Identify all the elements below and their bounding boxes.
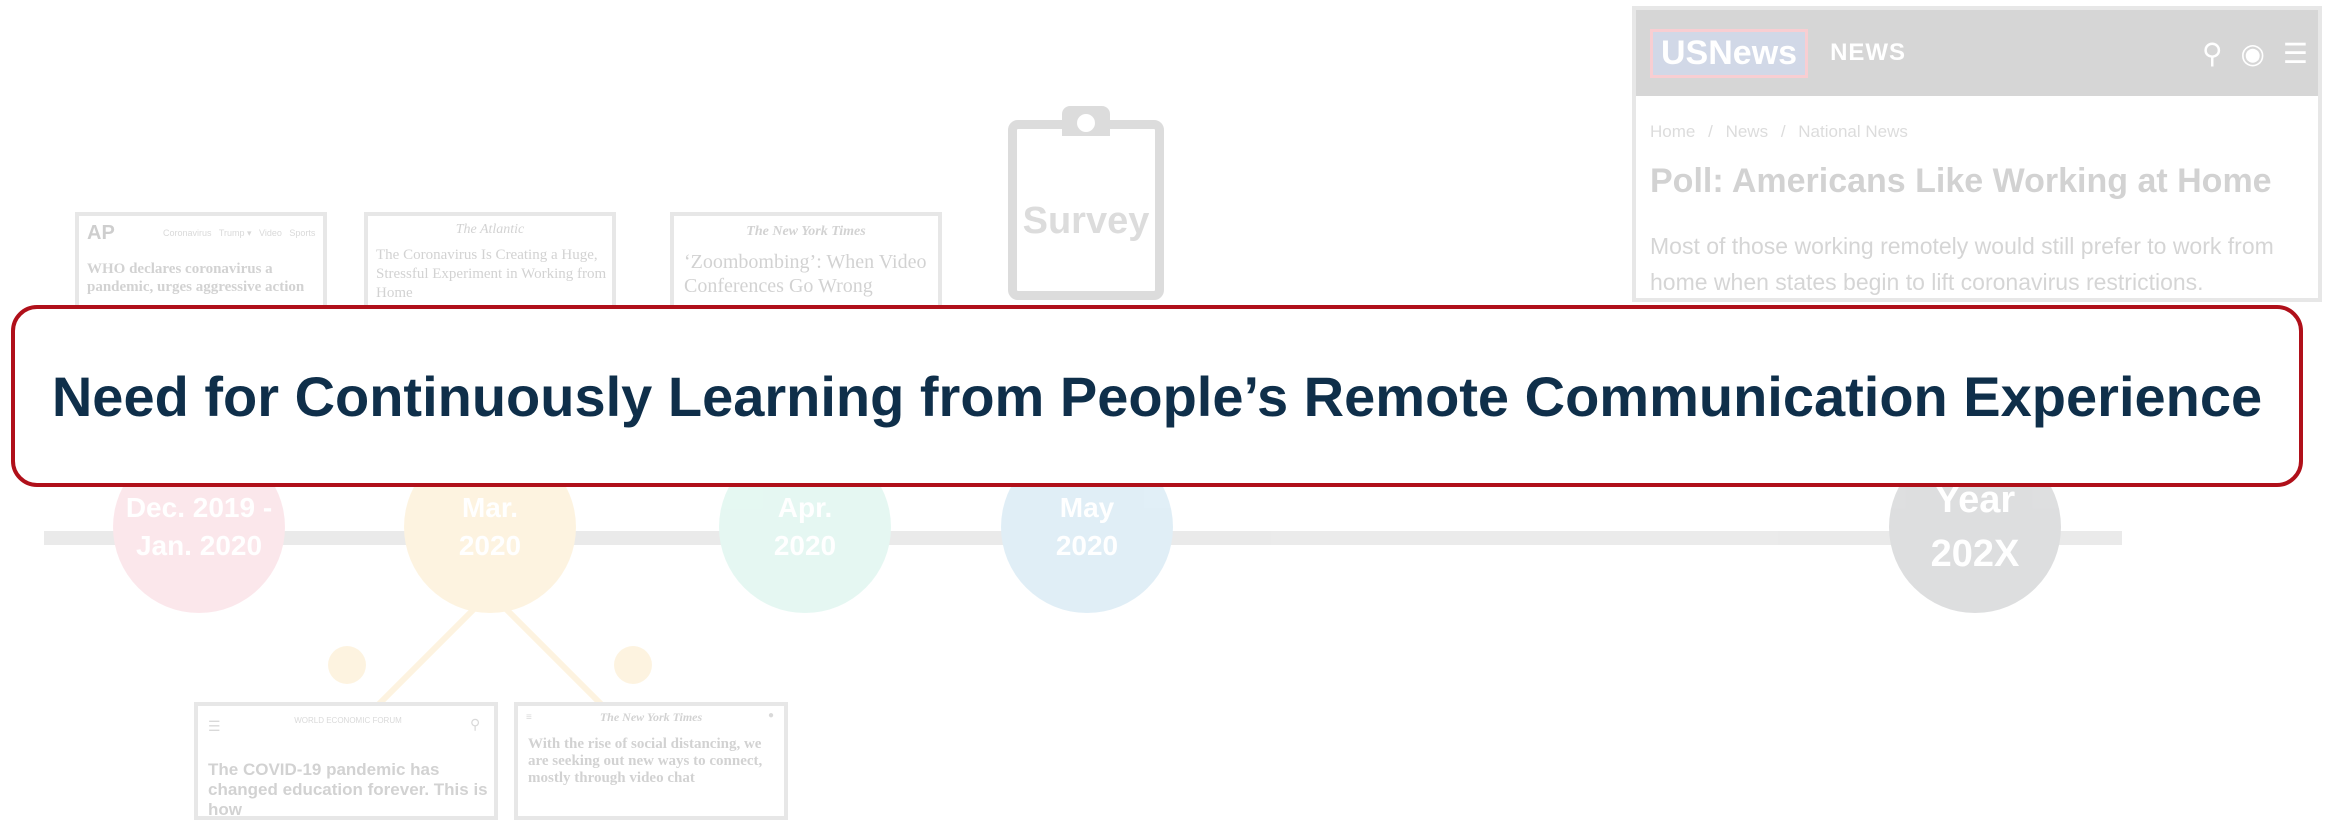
usnews-breadcrumb: Home / News / National News: [1650, 122, 1908, 142]
news-card-nyt-video-chat: ≡ The New York Times ● With the rise of …: [514, 702, 788, 820]
breadcrumb-home: Home: [1650, 122, 1696, 141]
atlantic-headline: The Coronavirus Is Creating a Huge, Stre…: [376, 247, 607, 301]
ap-logo: AP: [87, 222, 115, 244]
breadcrumb-news: News: [1725, 122, 1769, 141]
usnews-headline: Poll: Americans Like Working at Home: [1650, 162, 2272, 200]
breadcrumb-sep: /: [1780, 122, 1786, 141]
connector-dot-left: [328, 646, 366, 684]
nyt-masthead: The New York Times: [746, 224, 866, 239]
breadcrumb-national: National News: [1798, 122, 1908, 141]
news-card-ap: AP Coronavirus Trump ▾ Video Sports WHO …: [75, 212, 327, 312]
usnews-header-icons: ⚲ ◉ ☰: [2202, 37, 2308, 70]
search-icon: ⚲: [470, 716, 481, 732]
clipboard-hole: [1077, 114, 1095, 132]
node-line2: 202X: [1930, 533, 2020, 575]
usnews-header: USNews NEWS ⚲ ◉ ☰: [1636, 10, 2318, 96]
connector-dot-right: [614, 646, 652, 684]
node-line1: May: [1059, 492, 1115, 523]
menu-icon: ☰: [2282, 37, 2308, 69]
node-line1: Dec. 2019 -: [125, 492, 273, 523]
node-line2: 2020: [1055, 530, 1119, 561]
usnews-logo: USNews: [1650, 28, 1809, 78]
banner-text: Need for Continuously Learning from Peop…: [51, 364, 2263, 428]
node-line2: Jan. 2020: [135, 530, 263, 561]
node-line2: 2020: [458, 530, 522, 561]
survey-label: Survey: [1022, 200, 1150, 242]
headline-banner: Need for Continuously Learning from Peop…: [11, 305, 2303, 487]
usnews-subhead: Most of those working remotely would sti…: [1650, 233, 2274, 295]
node-line2: 2020: [773, 530, 837, 561]
atlantic-masthead: The Atlantic: [455, 222, 525, 237]
node-line1: Mar.: [461, 492, 519, 523]
menu-icon: ☰: [208, 718, 221, 734]
news-card-wef: ☰ WORLD ECONOMIC FORUM ⚲ The COVID-19 pa…: [194, 702, 498, 820]
ap-nav: Coronavirus Trump ▾ Video Sports: [163, 228, 316, 238]
news-card-atlantic: The Atlantic The Coronavirus Is Creating…: [364, 212, 616, 312]
node-line1: Apr.: [777, 492, 833, 523]
breadcrumb-sep: /: [1708, 122, 1713, 141]
nyt-masthead: The New York Times: [599, 710, 703, 724]
account-icon: ●: [768, 710, 775, 721]
wef-masthead: WORLD ECONOMIC FORUM: [294, 716, 402, 725]
nyt-headline: With the rise of social distancing, we a…: [528, 736, 763, 786]
ap-headline: WHO declares coronavirus a pandemic, urg…: [87, 261, 305, 295]
account-icon: ◉: [2240, 37, 2265, 69]
news-card-usnews: USNews NEWS ⚲ ◉ ☰ Home / News / National…: [1632, 6, 2322, 302]
nyt-headline: ‘Zoombombing’: When Video Conferences Go…: [684, 251, 927, 297]
usnews-section: NEWS: [1830, 39, 1907, 66]
wef-headline: The COVID-19 pandemic has changed educat…: [208, 760, 488, 819]
search-icon: ⚲: [2201, 37, 2223, 69]
news-card-nyt-zoombombing: The New York Times ‘Zoombombing’: When V…: [670, 212, 942, 312]
